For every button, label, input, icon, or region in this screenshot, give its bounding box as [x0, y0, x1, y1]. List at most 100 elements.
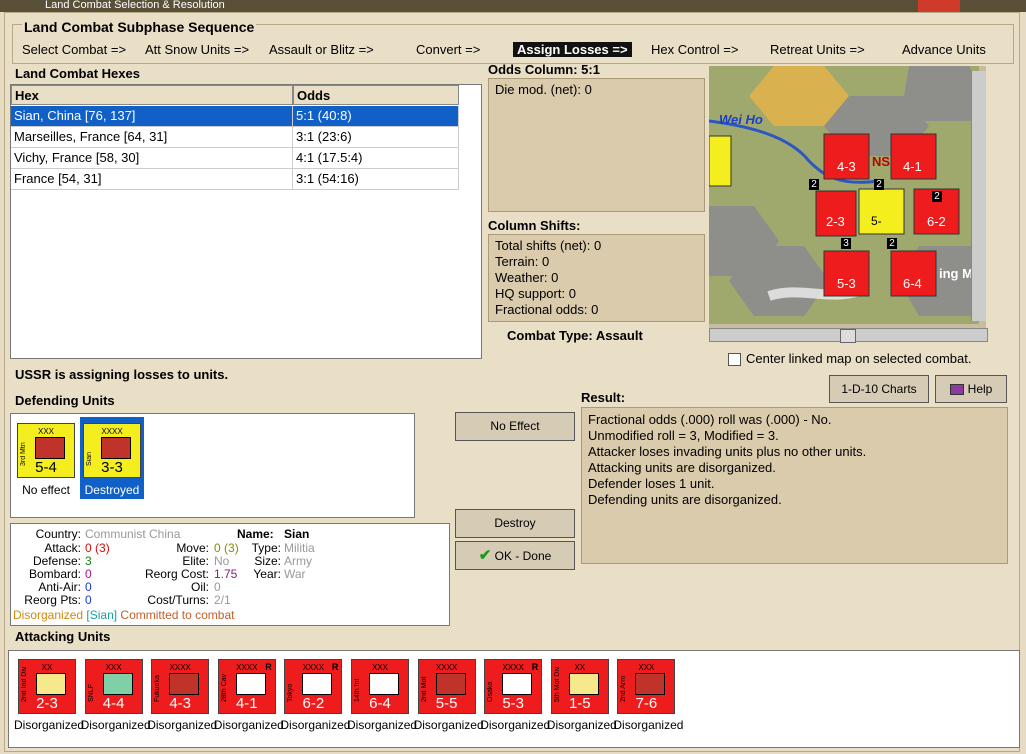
defense-label: Defense: — [32, 554, 81, 568]
flag-disorganized: Disorganized — [13, 608, 84, 622]
column-hex[interactable]: Hex — [11, 85, 293, 105]
unit-size: XXX — [371, 663, 388, 672]
scroll-thumb[interactable] — [840, 329, 856, 343]
table-row[interactable]: Marseilles, France [64, 31] 3:1 (23:6) — [11, 127, 459, 148]
center-linked-checkbox[interactable] — [728, 353, 741, 366]
name-value: Sian — [284, 527, 310, 541]
unit-symbol-icon — [101, 437, 131, 459]
unit-strength: 5-5 — [435, 695, 458, 712]
column-odds[interactable]: Odds — [293, 85, 459, 105]
attacking-unit[interactable]: 14th Inf XXX 6-4 — [351, 659, 409, 714]
no-effect-button[interactable]: No Effect — [455, 412, 575, 441]
unit-size: XXXX — [101, 427, 123, 436]
map-label-river: Wei Ho — [719, 112, 763, 127]
reorg-pts-label: Reorg Pts: — [24, 593, 81, 607]
odds-column-title: Odds Column: 5:1 — [488, 62, 600, 77]
unit-status: Disorganized — [80, 718, 151, 732]
map-label-city: NS — [872, 154, 891, 169]
attacking-unit[interactable]: 2nd Ind Div XX 2-3 — [18, 659, 76, 714]
help-book-icon — [949, 384, 964, 396]
attacking-unit[interactable]: 28th Cav XXXX R 4-1 — [217, 659, 276, 714]
shift-line: Fractional odds: 0 — [495, 302, 599, 317]
hex-cell: France [54, 31] — [11, 169, 293, 190]
mini-map[interactable]: Wei Ho NS ing Mts 2-3 5- 4-3 4-1 6-2 5-3… — [709, 66, 986, 328]
unit-strength: 3-3 — [101, 459, 123, 476]
cost-turns-label: Cost/Turns: — [147, 593, 209, 607]
stack-count: 2 — [809, 179, 819, 190]
ok-done-button[interactable]: ✔ OK - Done — [455, 541, 575, 570]
attack-current: 0 — [85, 541, 92, 555]
unit-status: Disorganized — [280, 718, 351, 732]
oil-value: 0 — [214, 580, 221, 594]
elite-label: Elite: — [182, 554, 209, 568]
result-line: Defending units are disorganized. — [588, 492, 782, 507]
unit-strength: 2-3 — [36, 695, 58, 712]
result-line: Fractional odds (.000) roll was (.000) -… — [588, 412, 832, 427]
map-horizontal-scrollbar[interactable] — [709, 328, 988, 343]
map-counter[interactable]: 2-3 — [826, 214, 845, 229]
reorg-cost-label: Reorg Cost: — [144, 567, 209, 581]
unit-strength: 7-6 — [635, 695, 658, 712]
unit-flags: Disorganized [Sian] Committed to combat — [13, 608, 234, 622]
step-assign-losses: Assign Losses => — [513, 42, 632, 57]
flag-committed: Committed to combat — [120, 608, 235, 622]
year-value: War — [284, 567, 306, 581]
attacking-unit[interactable]: 2nd Mot XXXX 5-5 — [417, 659, 476, 714]
attacking-unit[interactable]: SNLF XXX 4-4 — [84, 659, 143, 714]
map-vertical-scrollbar[interactable] — [971, 71, 986, 321]
step-assault-or-blitz: Assault or Blitz => — [269, 42, 374, 57]
unit-symbol-icon — [435, 673, 466, 695]
unit-size: XX — [41, 663, 53, 672]
unit-strength: 6-2 — [302, 695, 325, 712]
map-counter[interactable]: 4-3 — [837, 159, 856, 174]
table-row[interactable]: France [54, 31] 3:1 (54:16) — [11, 169, 459, 190]
move-value: 0 (3) — [214, 541, 239, 555]
combat-type: Combat Type: Assault — [507, 328, 643, 343]
shift-line: Weather: 0 — [495, 270, 559, 285]
unit-status: Disorganized — [413, 718, 484, 732]
attacking-unit[interactable]: Fukuoka XXXX 4-3 — [151, 659, 210, 714]
cost-turns-value: 2/1 — [214, 593, 231, 607]
hex-list[interactable]: Hex Odds Sian, China [76, 137] 5:1 (40:8… — [10, 84, 482, 359]
unit-status: No effect — [22, 483, 70, 497]
attacking-unit[interactable]: Tokyo XXXX R 6-2 — [284, 659, 343, 714]
name-label: Name: — [237, 527, 274, 541]
attacking-unit[interactable]: 5th Mot Div XX 1-5 — [550, 659, 609, 714]
move-label: Move: — [176, 541, 209, 555]
attacking-unit[interactable]: Osaka XXXX R 5-3 — [484, 659, 543, 714]
unit-size: XX — [574, 663, 586, 672]
antiair-label: Anti-Air: — [38, 580, 81, 594]
step-att-snow-units: Att Snow Units => — [145, 42, 250, 57]
unit-strength: 4-4 — [102, 695, 125, 712]
flag-name: [Sian] — [86, 608, 118, 622]
map-counter[interactable]: 5-3 — [837, 276, 856, 291]
map-counter[interactable]: 6-2 — [927, 214, 946, 229]
charts-button[interactable]: 1-D-10 Charts — [829, 375, 929, 403]
antiair-value: 0 — [85, 580, 92, 594]
unit-strength: 1-5 — [568, 695, 591, 712]
elite-value: No — [214, 554, 230, 568]
destroy-button[interactable]: Destroy — [455, 509, 575, 538]
shift-line: Total shifts (net): 0 — [495, 238, 602, 253]
defending-unit[interactable]: 3rd Mtn XXX 5-4 — [17, 423, 75, 478]
defending-title: Defending Units — [15, 393, 115, 408]
help-button[interactable]: Help — [935, 375, 1007, 403]
table-row[interactable]: Sian, China [76, 137] 5:1 (40:8) — [11, 106, 459, 127]
defending-unit[interactable]: Sian XXXX 3-3 — [83, 423, 141, 478]
unit-status: Disorganized — [14, 718, 85, 732]
window-title: Land Combat Selection & Resolution — [45, 0, 225, 11]
unit-size: XXX — [638, 663, 655, 672]
defense-value: 3 — [85, 554, 92, 568]
unit-symbol-icon — [35, 437, 65, 459]
map-counter[interactable]: 4-1 — [903, 159, 922, 174]
map-counter[interactable]: 6-4 — [903, 276, 922, 291]
stack-count: 2 — [874, 179, 884, 190]
map-counter[interactable]: 5- — [871, 214, 882, 228]
size-value: Army — [284, 554, 312, 568]
step-retreat-units: Retreat Units => — [770, 42, 865, 57]
table-row[interactable]: Vichy, France [58, 30] 4:1 (17.5:4) — [11, 148, 459, 169]
unit-status: Disorganized — [546, 718, 617, 732]
attacking-unit[interactable]: 2nd Arm XXX 7-6 — [617, 659, 676, 714]
hex-cell: Vichy, France [58, 30] — [11, 148, 293, 169]
odds-cell: 3:1 (23:6) — [293, 127, 459, 148]
